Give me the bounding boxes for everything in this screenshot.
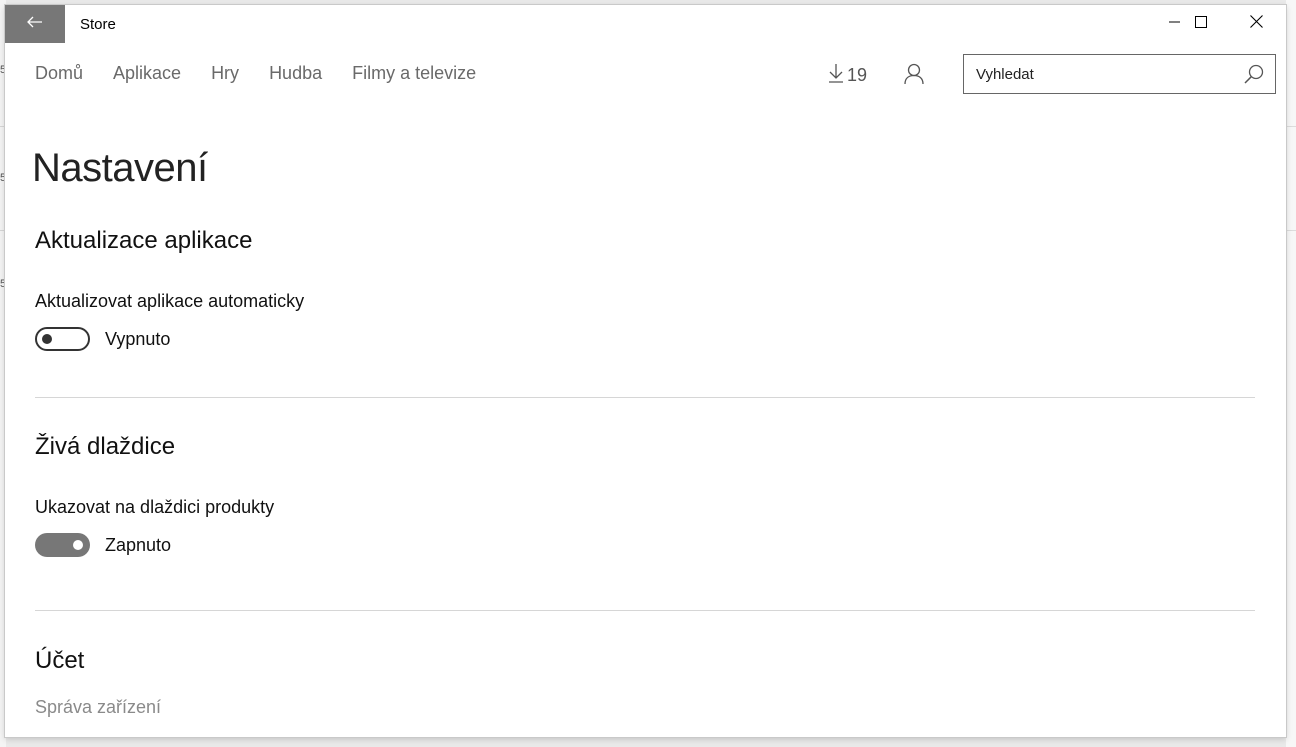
maximize-icon: [1195, 15, 1207, 33]
close-icon: [1249, 15, 1263, 33]
auto-update-toggle-state: Vypnuto: [105, 328, 171, 349]
show-products-toggle-row: Zapnuto: [35, 533, 171, 557]
background-window-edge-right: [1286, 0, 1296, 747]
download-icon: [828, 63, 847, 88]
setting-label-auto-update: Aktualizovat aplikace automaticky: [35, 291, 305, 311]
back-button[interactable]: [5, 5, 65, 43]
nav-item-movies-tv[interactable]: Filmy a televize: [352, 63, 476, 87]
title-bar: Store: [5, 5, 1286, 43]
window-title: Store: [80, 16, 116, 33]
nav-item-music[interactable]: Hudba: [269, 63, 322, 87]
account-button[interactable]: [903, 63, 925, 90]
downloads-button[interactable]: 19: [828, 63, 867, 88]
section-divider: [35, 610, 1255, 611]
nav-item-apps[interactable]: Aplikace: [113, 63, 181, 87]
manage-devices-link[interactable]: Správa zařízení: [35, 697, 161, 718]
section-divider: [35, 397, 1255, 398]
search-box[interactable]: Vyhledat: [963, 54, 1276, 94]
show-products-toggle-state: Zapnuto: [105, 534, 172, 555]
search-input[interactable]: Vyhledat: [976, 66, 1034, 83]
back-arrow-icon: [27, 15, 43, 33]
close-button[interactable]: [1233, 5, 1279, 43]
search-icon[interactable]: [1244, 64, 1264, 89]
downloads-count: 19: [847, 65, 868, 85]
show-products-toggle[interactable]: [35, 533, 90, 557]
store-window: Store Domů Aplikace Hry Hudba Filmy a te…: [5, 5, 1286, 737]
user-icon: [903, 63, 925, 89]
nav-item-games[interactable]: Hry: [211, 63, 239, 87]
auto-update-toggle-row: Vypnuto: [35, 327, 170, 351]
auto-update-toggle[interactable]: [35, 327, 90, 351]
toggle-knob: [73, 540, 83, 550]
page-title: Nastavení: [32, 146, 208, 190]
toggle-knob: [42, 334, 52, 344]
section-title-account: Účet: [35, 647, 85, 674]
main-nav: Domů Aplikace Hry Hudba Filmy a televize: [35, 63, 506, 87]
nav-item-home[interactable]: Domů: [35, 63, 83, 87]
section-title-live-tile: Živá dlaždice: [35, 433, 176, 460]
maximize-button[interactable]: [1178, 5, 1224, 43]
setting-label-show-products: Ukazovat na dlaždici produkty: [35, 497, 275, 517]
section-title-app-updates: Aktualizace aplikace: [35, 227, 253, 254]
